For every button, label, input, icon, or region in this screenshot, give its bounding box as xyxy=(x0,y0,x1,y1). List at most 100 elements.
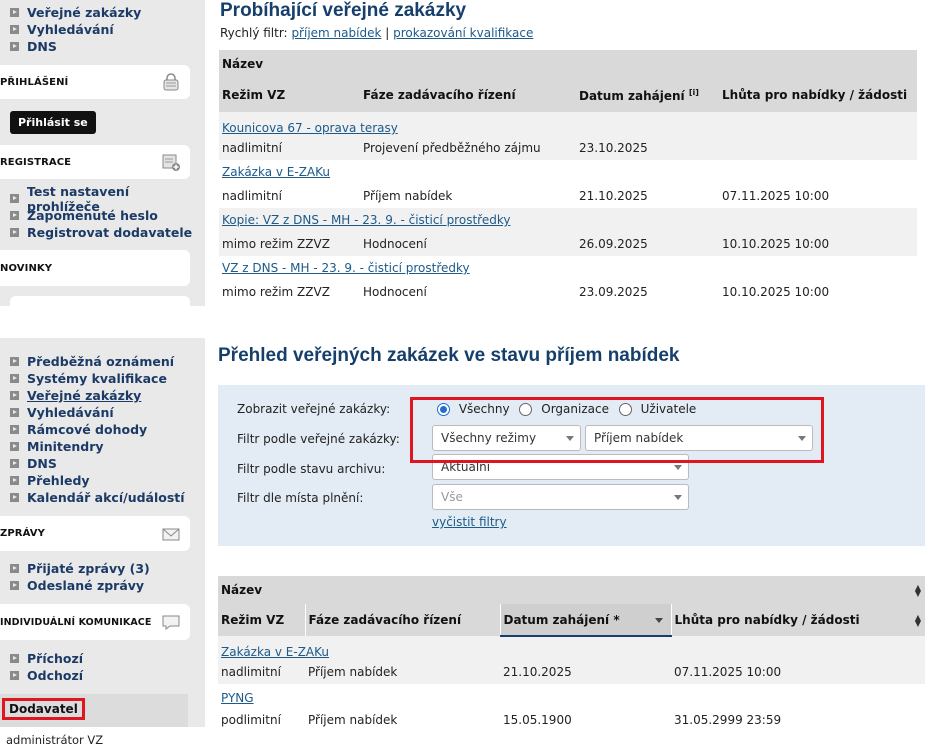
nav-link[interactable]: Zapomenuté heslo xyxy=(27,208,158,223)
table-row: Kounicova 67 - oprava terasy xyxy=(219,112,917,136)
arrow-bullet-icon xyxy=(10,425,19,434)
arrow-bullet-icon xyxy=(10,476,19,485)
nav-item-sent-messages[interactable]: Odeslané zprávy xyxy=(0,577,150,594)
arrow-bullet-icon xyxy=(10,391,19,400)
sort-desc-icon[interactable] xyxy=(654,618,663,623)
sort-icon[interactable]: ▲ ▼ xyxy=(915,614,921,628)
nav-link[interactable]: Rámcové dohody xyxy=(27,422,147,437)
contract-name-cell: Zakázka v E-ZAKu xyxy=(219,160,917,184)
column-header-mode: Režim VZ xyxy=(219,78,360,112)
messages-section-header: ZPRÁVY xyxy=(0,516,190,551)
mode-cell: mimo režim ZZVZ xyxy=(219,232,360,256)
nav-link[interactable]: Minitendry xyxy=(27,439,104,454)
arrow-bullet-icon xyxy=(10,374,19,383)
sort-icon[interactable]: ▲ ▼ xyxy=(915,584,921,598)
nav-item-vyhledavani[interactable]: Vyhledávání xyxy=(0,21,141,38)
login-button[interactable]: Přihlásit se xyxy=(10,111,96,134)
place-select[interactable]: Vše xyxy=(432,484,689,510)
column-header-mode[interactable]: Režim VZ xyxy=(218,604,306,636)
nav-item-dns[interactable]: DNS xyxy=(0,38,141,55)
nav-link[interactable]: Systémy kvalifikace xyxy=(27,371,167,386)
bid-receipt-table: Název ▲ ▼ Režim VZ Fáze zadávacího řízení… xyxy=(218,576,925,732)
contract-link[interactable]: Zakázka v E-ZAKu xyxy=(221,645,329,659)
nav-item-incoming[interactable]: Příchozí xyxy=(0,650,83,667)
table-row: PYNG xyxy=(218,684,925,708)
table-row: nadlimitní Příjem nabídek 21.10.2025 07.… xyxy=(219,184,917,208)
nav-item-search[interactable]: Vyhledávání xyxy=(0,404,185,421)
nav-item-register-supplier[interactable]: Registrovat dodavatele xyxy=(0,224,205,241)
nav-item-qualification-systems[interactable]: Systémy kvalifikace xyxy=(0,370,185,387)
arrow-bullet-icon xyxy=(10,564,19,573)
nav-link[interactable]: Registrovat dodavatele xyxy=(27,225,192,240)
contract-link[interactable]: VZ z DNS - MH - 23. 9. - čisticí prostře… xyxy=(222,261,470,275)
deadline-cell: 07.11.2025 10:00 xyxy=(671,660,925,684)
phase-cell: Příjem nabídek xyxy=(360,184,576,208)
nav-item-framework-agreements[interactable]: Rámcové dohody xyxy=(0,421,185,438)
nav-item-public-contracts[interactable]: Veřejné zakázky xyxy=(0,387,185,404)
nav-item-received-messages[interactable]: Přijaté zprávy (3) xyxy=(0,560,150,577)
table-header-row: Režim VZ Fáze zadávacího řízení Datum za… xyxy=(219,78,917,112)
nav-link[interactable]: Vyhledávání xyxy=(27,405,114,420)
column-header-name[interactable]: Název ▲ ▼ xyxy=(218,576,925,604)
nav-item-verejne-zakazky[interactable]: Veřejné zakázky xyxy=(0,4,141,21)
table-row: nadlimitní Projevení předběžného zájmu 2… xyxy=(219,136,917,160)
news-section-title: NOVINKY xyxy=(0,262,53,274)
contract-name-cell: Kounicova 67 - oprava terasy xyxy=(219,112,917,136)
page-title: Přehled veřejných zakázek ve stavu příje… xyxy=(218,345,680,366)
nav-link[interactable]: Veřejné zakázky xyxy=(27,5,141,20)
nav-item-prior-notices[interactable]: Předběžná oznámení xyxy=(0,353,185,370)
nav-item-outgoing[interactable]: Odchozí xyxy=(0,667,83,684)
register-section-title: REGISTRACE xyxy=(0,156,72,168)
nav-item-overviews[interactable]: Přehledy xyxy=(0,472,185,489)
column-header-start-date[interactable]: Datum zahájení * xyxy=(500,604,672,637)
nav-link[interactable]: DNS xyxy=(27,39,57,54)
nav-link[interactable]: Odeslané zprávy xyxy=(27,578,144,593)
info-icon[interactable]: [i] xyxy=(689,88,699,97)
table-row: Zakázka v E-ZAKu xyxy=(218,636,925,660)
nav-item-test-browser[interactable]: Test nastavení prohlížeče xyxy=(0,184,205,214)
phase-cell: Příjem nabídek xyxy=(305,660,500,684)
arrow-bullet-icon xyxy=(10,194,19,203)
column-header-name: Název xyxy=(219,50,917,78)
messages-nav-list: Přijaté zprávy (3) Odeslané zprávy xyxy=(0,560,150,594)
contract-link[interactable]: PYNG xyxy=(221,691,254,705)
nav-link[interactable]: Předběžná oznámení xyxy=(27,354,174,369)
mode-cell: podlimitní xyxy=(218,708,305,732)
quick-filter-bid-receipt-link[interactable]: příjem nabídek xyxy=(291,26,381,40)
individual-communication-title: INDIVIDUÁLNÍ KOMUNIKACE xyxy=(0,616,152,628)
nav-link[interactable]: DNS xyxy=(27,456,57,471)
nav-link[interactable]: Přijaté zprávy (3) xyxy=(27,561,150,576)
top-sidebar: Veřejné zakázky Vyhledávání DNS PŘIHLÁŠE… xyxy=(0,0,205,306)
nav-link[interactable]: Kalendář akcí/událostí xyxy=(27,490,185,505)
phase-cell: Hodnocení xyxy=(360,280,576,304)
column-header-phase[interactable]: Fáze zadávacího řízení xyxy=(305,604,501,636)
envelope-icon xyxy=(162,528,180,540)
lock-icon xyxy=(163,73,179,91)
nav-link[interactable]: Přehledy xyxy=(27,473,90,488)
date-cell: 21.10.2025 xyxy=(500,660,671,684)
contract-link[interactable]: Zakázka v E-ZAKu xyxy=(222,165,330,179)
arrow-bullet-icon xyxy=(10,493,19,502)
place-select-value: Vše xyxy=(441,490,463,504)
nav-link[interactable]: Veřejné zakázky xyxy=(27,388,141,403)
clear-filters-link[interactable]: vyčistit filtry xyxy=(432,515,507,529)
contract-link[interactable]: Kopie: VZ z DNS - MH - 23. 9. - čisticí … xyxy=(222,213,510,227)
messages-section-title: ZPRÁVY xyxy=(0,528,45,539)
contract-name-cell: Zakázka v E-ZAKu xyxy=(218,636,925,660)
phase-cell: Projevení předběžného zájmu xyxy=(360,136,576,160)
quick-filter-qualification-link[interactable]: prokazování kvalifikace xyxy=(393,26,533,40)
news-box xyxy=(10,296,190,306)
contract-link[interactable]: Kounicova 67 - oprava terasy xyxy=(222,121,398,135)
nav-item-dns[interactable]: DNS xyxy=(0,455,185,472)
column-header-phase: Fáze zadávacího řízení xyxy=(360,78,576,112)
arrow-bullet-icon xyxy=(10,8,19,17)
nav-item-calendar[interactable]: Kalendář akcí/událostí xyxy=(0,489,185,506)
table-row: Zakázka v E-ZAKu xyxy=(219,160,917,184)
nav-link[interactable]: Vyhledávání xyxy=(27,22,114,37)
deadline-cell: 31.05.2999 23:59 xyxy=(671,708,925,732)
nav-item-minitenders[interactable]: Minitendry xyxy=(0,438,185,455)
nav-link[interactable]: Příchozí xyxy=(27,651,83,666)
nav-link[interactable]: Odchozí xyxy=(27,668,83,683)
arrow-bullet-icon xyxy=(10,42,19,51)
column-header-deadline[interactable]: Lhůta pro nabídky / žádosti ▲ ▼ xyxy=(671,604,925,636)
